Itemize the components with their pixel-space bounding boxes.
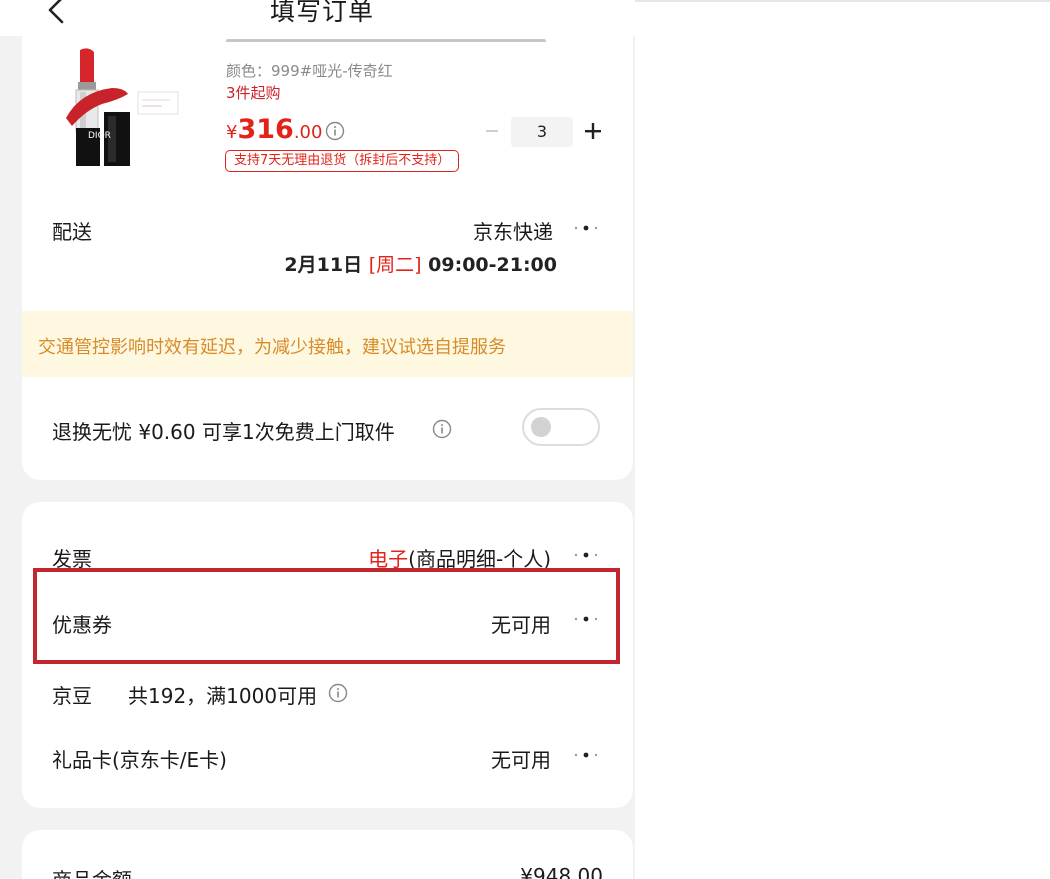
return-service-info-icon[interactable]: [432, 419, 452, 439]
quantity-value[interactable]: 3: [511, 117, 573, 147]
quantity-increase-button[interactable]: [584, 121, 602, 141]
delivery-weekday: [周二]: [368, 254, 422, 276]
return-policy-tag: 支持7天无理由退货（拆封后不支持）: [225, 150, 460, 172]
price-decimal: .00: [293, 122, 323, 143]
jd-beans-info-icon[interactable]: [328, 683, 348, 703]
return-service-price: 退换无忧 ¥0.60: [52, 420, 196, 444]
order-screen: 填写订单 DIOR 颜色：999#哑光-传奇红 3件起购 ¥316.00 支持7…: [0, 0, 635, 879]
return-service-label: 退换无忧 ¥0.60 可享1次免费上门取件: [52, 416, 395, 445]
delivery-more-icon[interactable]: [570, 223, 602, 233]
price-integer: 316: [237, 114, 294, 145]
svg-text:DIOR: DIOR: [88, 131, 111, 141]
back-arrow-icon[interactable]: [44, 0, 70, 26]
delivery-date: 2月11日: [284, 254, 363, 276]
delivery-window: 09:00-21:00: [428, 254, 557, 276]
delivery-time[interactable]: 2月11日 [周二] 09:00-21:00: [284, 250, 557, 277]
notice-banner: 交通管控影响时效有延迟，为减少接触，建议试选自提服务: [22, 311, 633, 377]
delivery-label: 配送: [52, 220, 92, 244]
jd-beans-label: 京豆: [52, 684, 92, 708]
return-service-desc: 可享1次免费上门取件: [201, 420, 395, 444]
return-service-toggle[interactable]: [522, 408, 600, 446]
price-currency: ¥: [226, 122, 238, 143]
toggle-knob: [531, 417, 551, 437]
page-title: 填写订单: [270, 0, 375, 26]
invoice-more-icon[interactable]: [570, 550, 602, 560]
minimum-order: 3件起购: [226, 84, 281, 102]
gift-card-more-icon[interactable]: [570, 750, 602, 760]
product-name-cutoff: [226, 39, 546, 52]
notice-text: 交通管控影响时效有延迟，为减少接触，建议试选自提服务: [38, 337, 506, 358]
header: 填写订单: [0, 0, 635, 36]
product-image[interactable]: DIOR: [58, 42, 188, 172]
gift-card-label: 礼品卡(京东卡/E卡): [52, 748, 227, 772]
delivery-carrier[interactable]: 京东快递: [473, 216, 553, 245]
jd-beans-value: 共192，满1000可用: [128, 684, 318, 708]
product-variant: 颜色：999#哑光-传奇红: [226, 62, 393, 80]
coupon-highlight-box: [33, 568, 620, 664]
product-price: ¥316.00: [226, 114, 322, 145]
goods-amount-value: ¥948.00: [520, 864, 603, 879]
price-info-icon[interactable]: [325, 121, 345, 141]
goods-amount-label: 商品金额: [52, 864, 132, 879]
gift-card-value[interactable]: 无可用: [491, 744, 551, 773]
quantity-decrease-button[interactable]: [486, 130, 498, 132]
